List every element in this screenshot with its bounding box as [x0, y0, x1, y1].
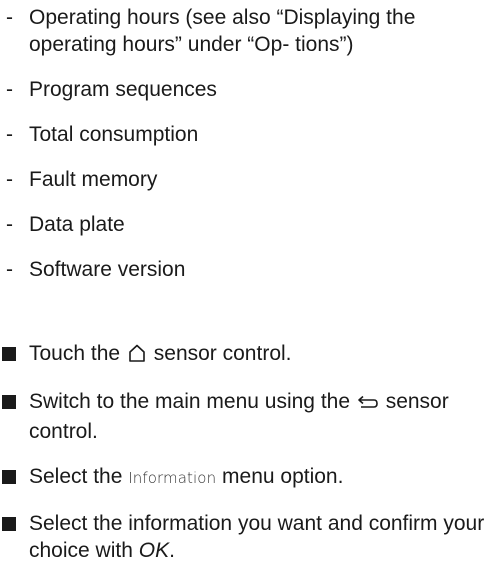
- list-item-software-version: - Software version: [0, 256, 489, 283]
- item-text: Fault memory: [29, 168, 158, 191]
- list-item-data-plate: - Data plate: [0, 211, 489, 238]
- bullet-square-icon: [2, 395, 16, 409]
- bullet-square-icon: [2, 470, 16, 484]
- item-text: Total consumption: [29, 123, 199, 146]
- step-switch-main-menu: Switch to the main menu using the sensor…: [0, 388, 489, 445]
- ok-label: OK: [138, 539, 170, 562]
- instruction-steps: Touch the sensor control. Switch to the …: [0, 340, 489, 582]
- item-text: Program sequences: [29, 78, 217, 101]
- step-text-post: sensor control.: [153, 342, 292, 365]
- dash-marker: -: [6, 168, 13, 191]
- step-text-pre: Select the: [29, 465, 123, 488]
- dash-marker: -: [6, 78, 13, 101]
- dash-marker: -: [6, 258, 13, 281]
- step-confirm-ok: Select the information you want and conf…: [0, 510, 489, 564]
- back-arrow-icon: [357, 391, 379, 418]
- bullet-square-icon: [2, 347, 16, 361]
- list-item-operating-hours: - Operating hours (see also “Displaying …: [0, 4, 489, 58]
- item-text: Software version: [29, 258, 186, 281]
- item-text: Operating hours (see also “Displaying th…: [29, 6, 416, 56]
- menu-option-label: Information: [128, 469, 217, 487]
- item-text: Data plate: [29, 213, 125, 236]
- dash-marker: -: [6, 6, 13, 29]
- step-text-post: menu option.: [222, 465, 344, 488]
- step-touch-home: Touch the sensor control.: [0, 340, 489, 370]
- step-select-information: Select the Information menu option.: [0, 463, 489, 492]
- dash-marker: -: [6, 213, 13, 236]
- step-text-pre: Switch to the main menu using the: [29, 390, 351, 413]
- bullet-square-icon: [2, 517, 16, 531]
- dash-marker: -: [6, 123, 13, 146]
- step-text-post: .: [169, 539, 175, 562]
- list-item-fault-memory: - Fault memory: [0, 166, 489, 193]
- list-item-program-sequences: - Program sequences: [0, 76, 489, 103]
- list-item-total-consumption: - Total consumption: [0, 121, 489, 148]
- information-list: - Operating hours (see also “Displaying …: [0, 4, 489, 301]
- step-text-pre: Select the information you want and conf…: [29, 512, 485, 562]
- step-text-pre: Touch the: [29, 342, 121, 365]
- home-icon: [127, 343, 147, 370]
